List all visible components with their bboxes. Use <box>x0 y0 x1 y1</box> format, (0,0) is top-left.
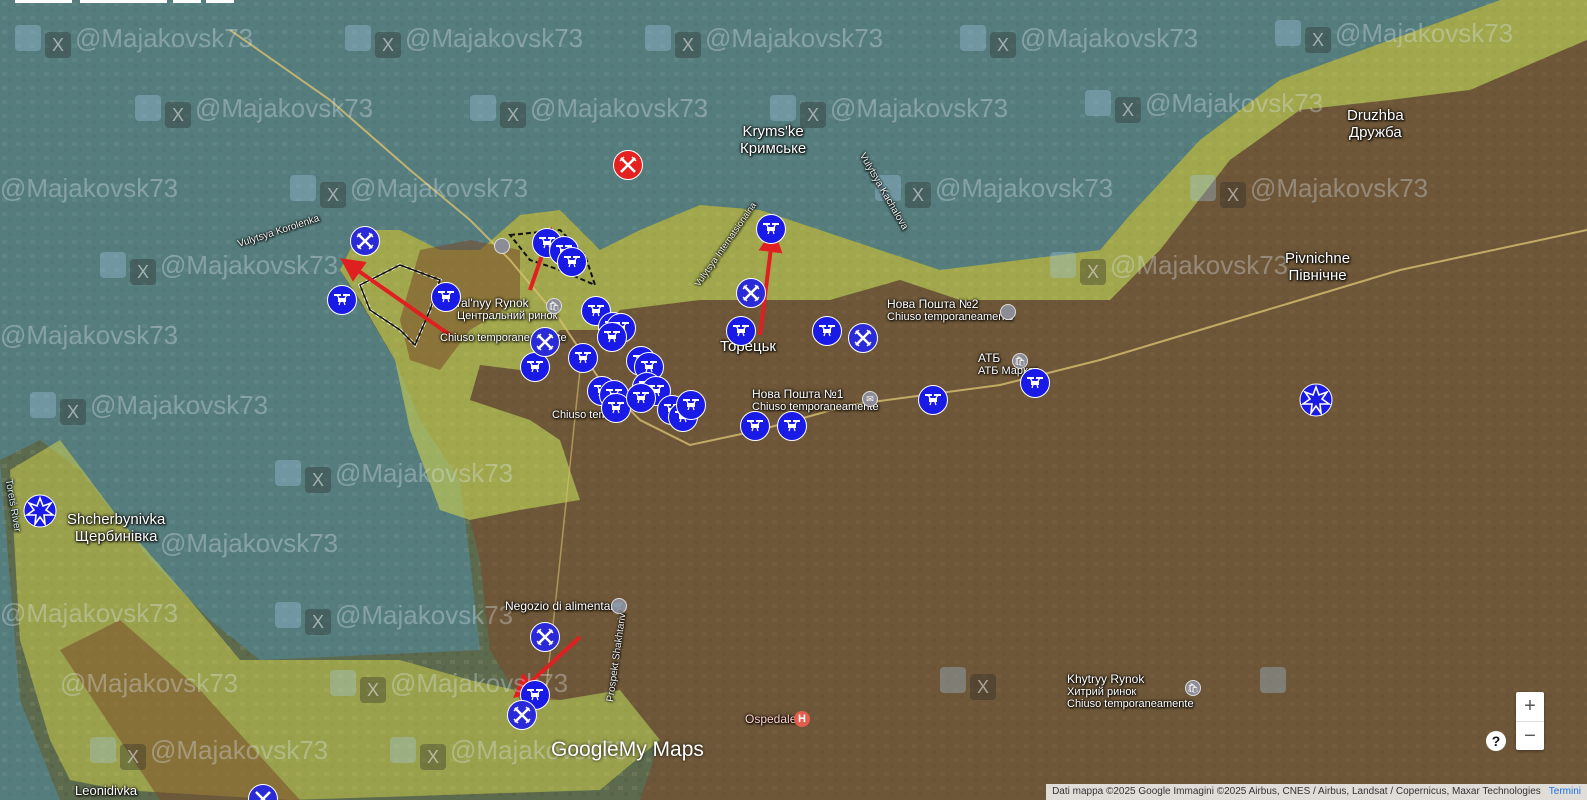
zoom-out-button[interactable]: − <box>1516 722 1544 751</box>
drone-icon[interactable] <box>777 411 807 441</box>
terms-link[interactable]: Termini <box>1549 786 1581 797</box>
place-label-leonidivka: Leonidivka <box>75 783 138 798</box>
top-toolbar-button[interactable] <box>80 0 167 3</box>
drone-icon[interactable] <box>1020 368 1050 398</box>
shopping-pin-icon[interactable]: 🛍 <box>1012 353 1028 369</box>
place-label-pivnichne: Pivnichne Північне <box>1285 250 1351 284</box>
map-attribution: Dati mappa ©2025 Google Immagini ©2025 A… <box>1046 784 1587 800</box>
poi-khytryy-rynok[interactable]: Khytryy Rynok Хитрий ринок Chiuso temporan… <box>1067 672 1194 710</box>
top-toolbar-button[interactable] <box>173 0 201 3</box>
drone-icon[interactable] <box>756 214 786 244</box>
poi-hospital[interactable]: Ospedale <box>745 712 796 726</box>
poi-grocery[interactable]: Negozio di alimentari <box>505 599 617 613</box>
explosion-icon[interactable] <box>1299 383 1333 417</box>
drone-icon[interactable] <box>568 343 598 373</box>
drone-icon[interactable] <box>726 316 756 346</box>
crossed-swords-icon[interactable] <box>507 700 537 730</box>
drone-icon[interactable] <box>626 383 656 413</box>
place-label-druzhba: Druzhba Дружба <box>1347 107 1404 141</box>
place-label-shcherbynivka: Shcherbynivka Щербинівка <box>67 511 166 545</box>
top-toolbar-button[interactable] <box>15 0 72 3</box>
place-pin-icon[interactable] <box>494 238 510 254</box>
poi-novaposhta-2[interactable]: Нова Пошта №2 Chiuso temporaneamente <box>887 297 1014 323</box>
drone-icon[interactable] <box>327 285 357 315</box>
crossed-swords-icon[interactable] <box>350 226 380 256</box>
crossed-swords-icon[interactable] <box>530 622 560 652</box>
crossed-swords-icon[interactable] <box>736 278 766 308</box>
crossed-swords-icon[interactable] <box>848 323 878 353</box>
google-mymaps-logo: GoogleMy Maps <box>551 738 704 761</box>
crossed-swords-icon[interactable] <box>530 327 560 357</box>
drone-icon[interactable] <box>431 282 461 312</box>
zoom-in-button[interactable]: + <box>1516 692 1544 721</box>
drone-icon[interactable] <box>557 247 587 277</box>
map-canvas[interactable]: X @Majakovsk73 X @Majakovsk73 X @Majakovsk7… <box>0 0 1587 800</box>
mail-pin-icon[interactable]: ✉ <box>862 391 878 407</box>
hospital-pin-icon[interactable]: H <box>794 711 810 727</box>
help-button[interactable]: ? <box>1486 731 1506 751</box>
drone-icon[interactable] <box>740 411 770 441</box>
drone-icon[interactable] <box>597 322 627 352</box>
drone-icon[interactable] <box>812 316 842 346</box>
red-crossed-swords-icon[interactable] <box>613 150 643 180</box>
shopping-pin-icon[interactable]: 🛍 <box>546 298 562 314</box>
explosion-icon[interactable] <box>23 494 57 528</box>
poi-novaposhta-1[interactable]: Нова Пошта №1 Chiuso temporaneamente <box>752 387 879 413</box>
zoom-control: + − <box>1516 692 1544 750</box>
top-toolbar-button[interactable] <box>206 0 234 3</box>
drone-icon[interactable] <box>918 385 948 415</box>
drone-icon[interactable] <box>676 390 706 420</box>
shopping-pin-icon[interactable]: 🛍 <box>1185 680 1201 696</box>
poi-central-market[interactable]: ral'nyy Rynok Центральний ринок <box>457 296 557 322</box>
place-pin-icon[interactable] <box>1000 304 1016 320</box>
place-label-krymske: Kryms'ke Кримське <box>740 123 807 157</box>
